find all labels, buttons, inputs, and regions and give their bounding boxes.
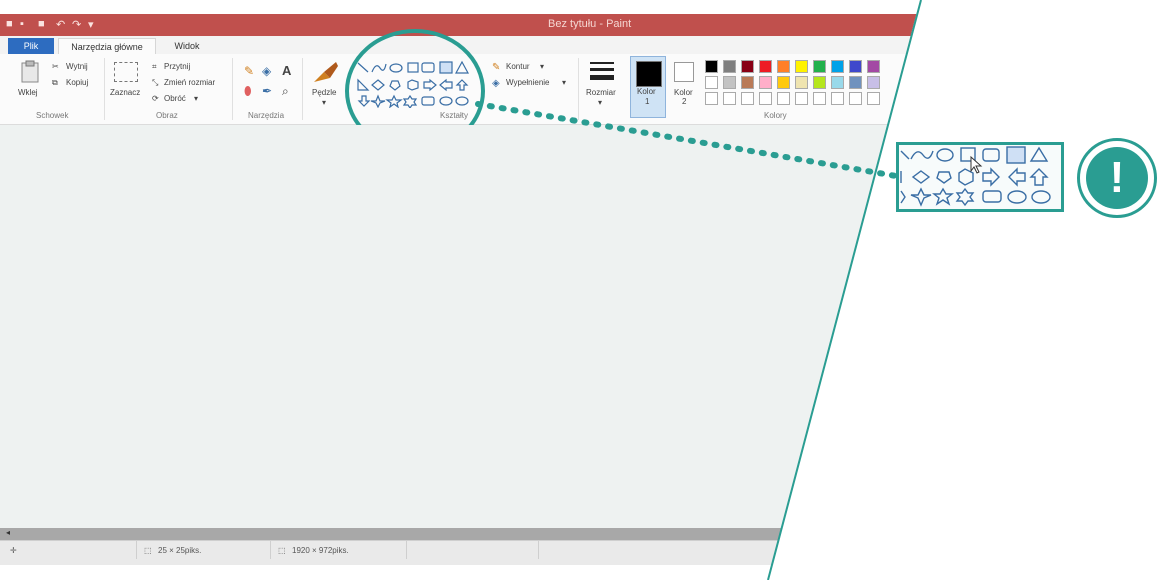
- exclamation-icon: !: [1086, 147, 1148, 209]
- dotted-connector: [475, 101, 899, 179]
- callout-badge: !: [1077, 138, 1157, 218]
- zoomed-shapes-gallery: [900, 146, 1051, 207]
- slanted-divider: [475, 0, 922, 580]
- zoomed-shapes-panel: [896, 142, 1064, 212]
- cursor-icon: [970, 155, 983, 174]
